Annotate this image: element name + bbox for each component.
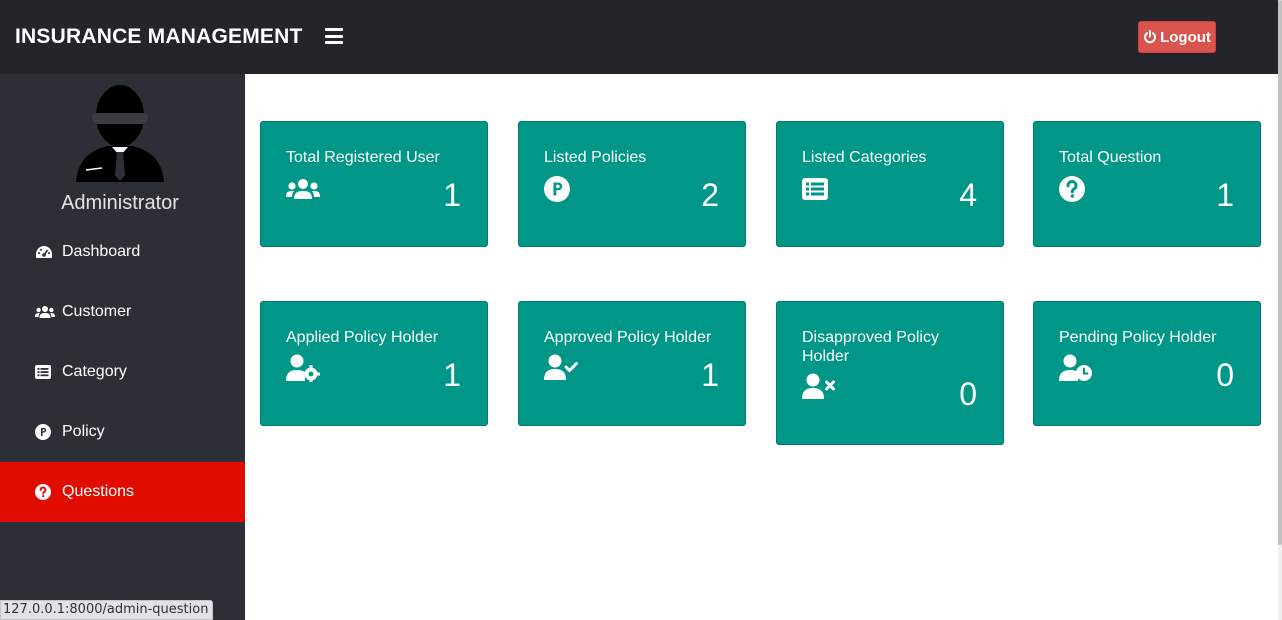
page-scrollbar[interactable] [1278, 0, 1282, 620]
list-icon [35, 364, 55, 380]
top-navbar: INSURANCE MANAGEMENT Logout [0, 0, 1278, 74]
users-icon [286, 179, 320, 199]
user-check-icon [544, 354, 578, 380]
card-value: 1 [443, 177, 461, 213]
question-circle-icon [1059, 176, 1085, 202]
card-value: 1 [701, 357, 719, 393]
card-disapproved-policy-holder[interactable]: Disapproved Policy Holder 0 [776, 301, 1004, 445]
card-pending-policy-holder[interactable]: Pending Policy Holder 0 [1033, 301, 1261, 426]
sidebar: Administrator Dashboard Customer Categor… [0, 74, 245, 620]
question-circle-icon [35, 484, 55, 500]
parking-circle-icon [35, 424, 55, 440]
parking-circle-icon [544, 176, 570, 202]
tachometer-icon [35, 244, 55, 260]
sidebar-item-customer[interactable]: Customer [0, 282, 245, 342]
sidebar-item-label: Category [62, 363, 127, 380]
admin-name: Administrator [61, 192, 179, 214]
brand-title[interactable]: INSURANCE MANAGEMENT [15, 25, 303, 49]
users-icon [35, 304, 55, 320]
power-icon [1144, 30, 1157, 44]
status-bar-url: 127.0.0.1:8000/admin-question [0, 600, 214, 620]
sidebar-item-category[interactable]: Category [0, 342, 245, 402]
card-value: 1 [443, 357, 461, 393]
card-approved-policy-holder[interactable]: Approved Policy Holder 1 [518, 301, 746, 426]
admin-avatar [76, 85, 164, 182]
sidebar-item-policy[interactable]: Policy [0, 402, 245, 462]
card-title: Total Question [1059, 149, 1162, 166]
sidebar-item-questions[interactable]: Questions [0, 462, 245, 522]
card-title: Disapproved Policy Holder [802, 329, 939, 365]
card-value: 1 [1216, 177, 1234, 213]
card-applied-policy-holder[interactable]: Applied Policy Holder 1 [260, 301, 488, 426]
user-clock-icon [1059, 354, 1092, 381]
card-title: Listed Policies [544, 149, 647, 166]
card-value: 0 [959, 376, 977, 412]
sidebar-item-dashboard[interactable]: Dashboard [0, 222, 245, 282]
card-title: Total Registered User [286, 149, 440, 166]
card-title: Pending Policy Holder [1059, 329, 1217, 346]
card-title: Applied Policy Holder [286, 329, 439, 346]
sidebar-item-label: Questions [62, 483, 135, 500]
card-title: Listed Categories [802, 149, 927, 166]
logout-button[interactable]: Logout [1138, 21, 1216, 53]
list-icon [802, 178, 828, 200]
sidebar-item-label: Customer [62, 303, 132, 320]
logout-label: Logout [1160, 28, 1211, 46]
card-listed-policies[interactable]: Listed Policies 2 [518, 121, 746, 247]
card-value: 0 [1216, 357, 1234, 393]
card-title: Approved Policy Holder [544, 329, 712, 346]
menu-toggle-icon[interactable] [325, 28, 343, 44]
card-total-question[interactable]: Total Question 1 [1033, 121, 1261, 247]
card-value: 2 [701, 177, 719, 213]
card-total-registered-user[interactable]: Total Registered User 1 [260, 121, 488, 247]
sidebar-item-label: Dashboard [62, 243, 141, 260]
card-listed-categories[interactable]: Listed Categories 4 [776, 121, 1004, 247]
scrollbar-thumb[interactable] [1278, 0, 1282, 545]
card-value: 4 [959, 177, 977, 213]
user-cog-icon [286, 354, 320, 382]
user-times-icon [802, 373, 835, 399]
sidebar-item-label: Policy [62, 423, 105, 440]
